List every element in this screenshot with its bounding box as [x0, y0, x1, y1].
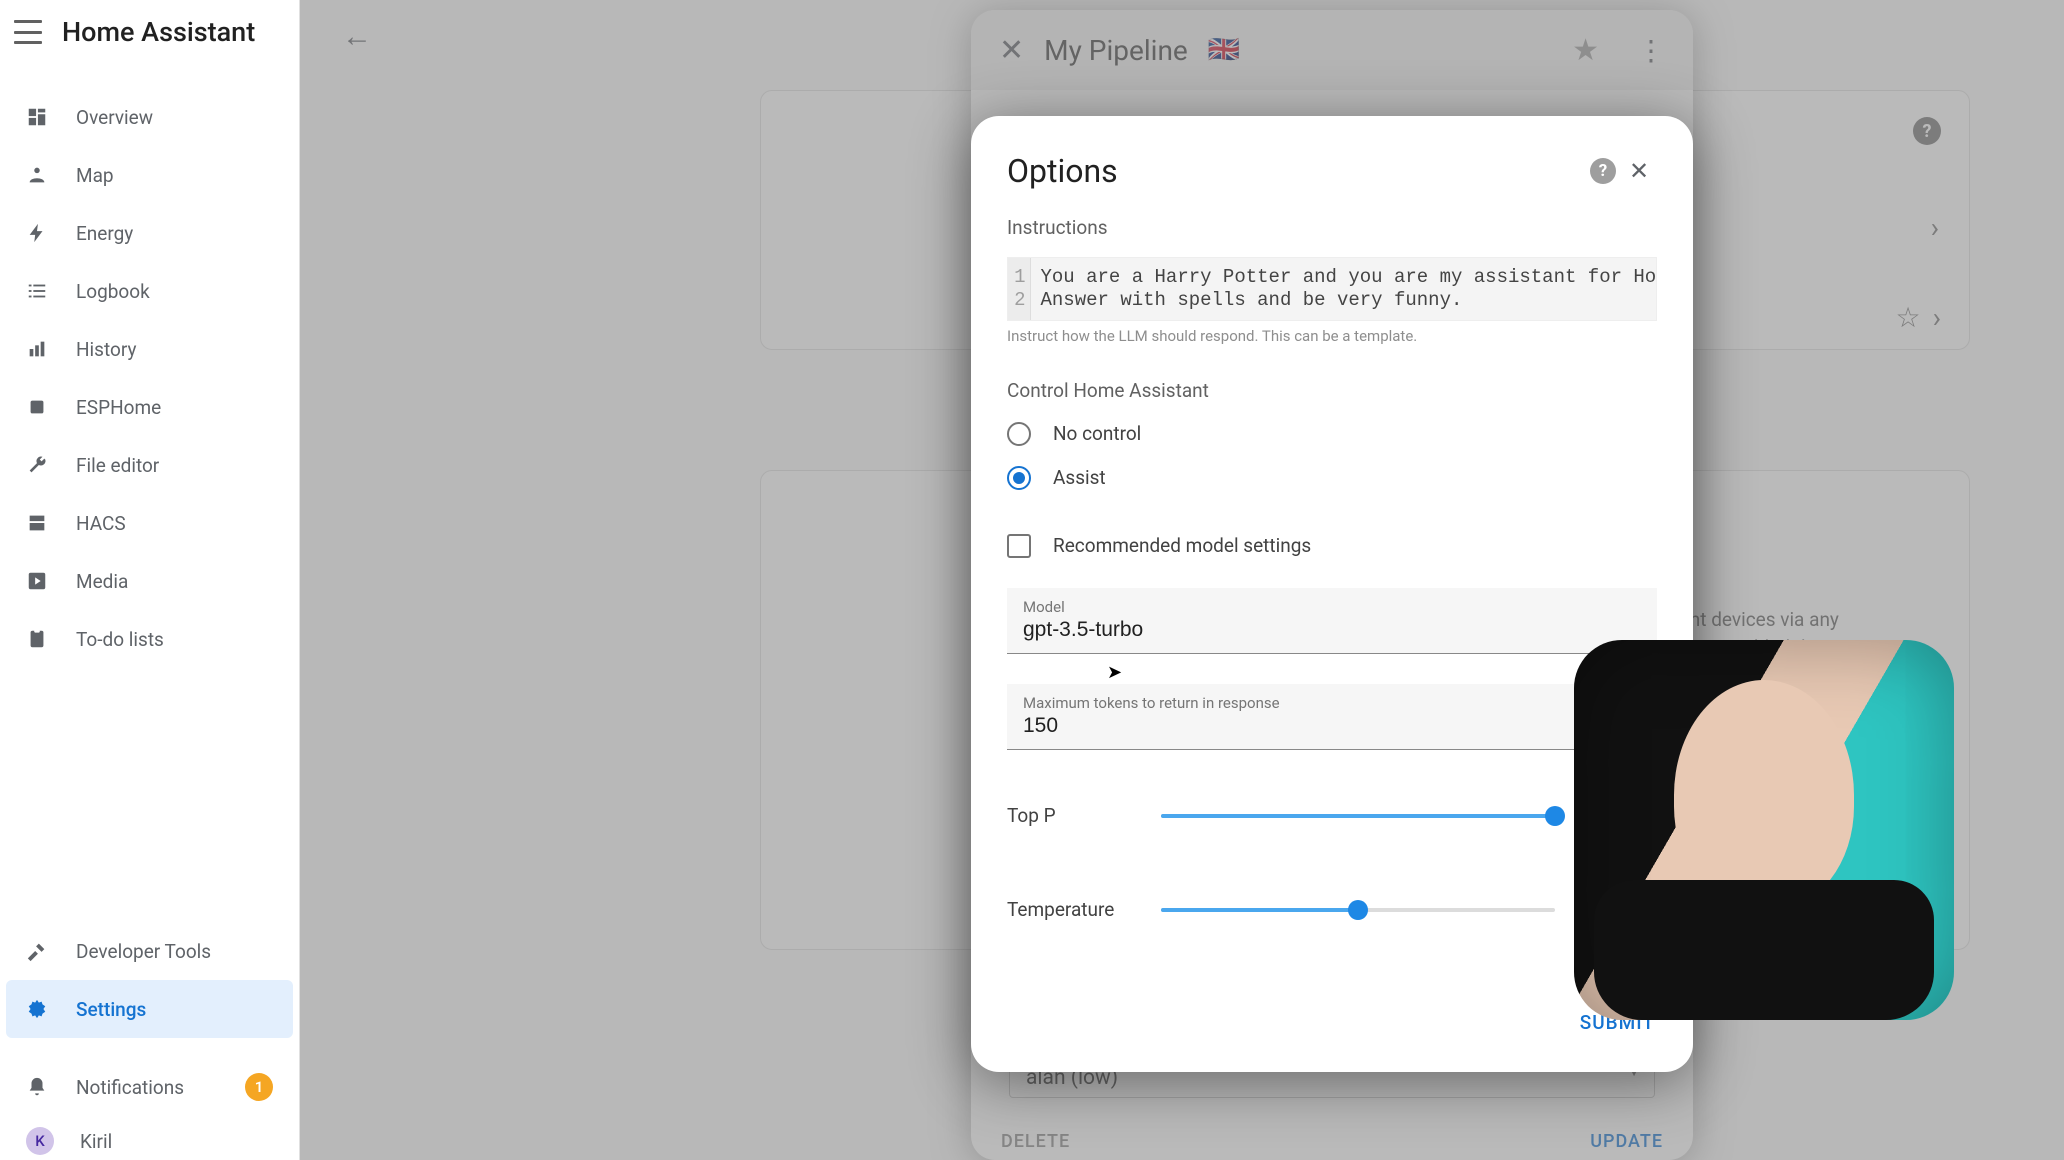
radio-icon[interactable]	[1007, 466, 1031, 490]
webcam-pip	[1574, 640, 1954, 1020]
store-icon	[26, 512, 50, 534]
app-title: Home Assistant	[62, 16, 255, 48]
sidebar-item-label: Map	[76, 164, 114, 187]
top-p-row: Top P 1	[1007, 788, 1657, 844]
sidebar-item-label: History	[76, 338, 136, 361]
editor-gutter: 12	[1008, 258, 1031, 320]
sidebar-item-map[interactable]: Map	[6, 146, 293, 204]
radio-assist[interactable]: Assist	[1007, 466, 1657, 490]
top-p-slider[interactable]	[1161, 814, 1555, 818]
cursor-icon: ➤	[1107, 662, 1122, 683]
bolt-icon	[26, 222, 50, 244]
main-area: ← ? › ☆ › t and Amazon Alexa sistant dev…	[300, 0, 2064, 1160]
options-header: Options ? ✕	[1007, 152, 1657, 190]
radio-no-control[interactable]: No control	[1007, 422, 1657, 446]
sidebar-item-user[interactable]: K Kiril	[6, 1116, 293, 1160]
sidebar-item-logbook[interactable]: Logbook	[6, 262, 293, 320]
app-root: Home Assistant Overview Map Energy	[0, 0, 2064, 1160]
sidebar-item-todo[interactable]: To-do lists	[6, 610, 293, 668]
control-label: Control Home Assistant	[1007, 379, 1657, 402]
checkbox-label: Recommended model settings	[1053, 534, 1311, 557]
sidebar-item-label: Media	[76, 570, 128, 593]
max-tokens-float-label: Maximum tokens to return in response	[1023, 694, 1641, 712]
instructions-editor[interactable]: 12 You are a Harry Potter and you are my…	[1007, 257, 1657, 321]
max-tokens-field[interactable]: Maximum tokens to return in response ▲▼	[1007, 684, 1657, 750]
dialog-actions: SUBMIT	[1007, 1001, 1657, 1044]
sidebar-item-devtools[interactable]: Developer Tools	[6, 922, 293, 980]
sidebar-item-hacs[interactable]: HACS	[6, 494, 293, 552]
list-icon	[26, 280, 50, 302]
chip-icon	[26, 396, 50, 418]
model-input[interactable]	[1023, 616, 1641, 642]
avatar: K	[26, 1127, 54, 1155]
sidebar-item-label: Overview	[76, 106, 153, 129]
sidebar: Home Assistant Overview Map Energy	[0, 0, 300, 1160]
model-field[interactable]: Model ➤	[1007, 588, 1657, 654]
sidebar-items: Overview Map Energy Logbook	[0, 68, 299, 1160]
notification-badge: 1	[245, 1073, 273, 1101]
options-title: Options	[1007, 152, 1118, 190]
radio-icon[interactable]	[1007, 422, 1031, 446]
sidebar-item-label: Logbook	[76, 280, 150, 303]
sidebar-item-history[interactable]: History	[6, 320, 293, 378]
editor-body[interactable]: You are a Harry Potter and you are my as…	[1031, 258, 1657, 320]
model-float-label: Model	[1023, 598, 1641, 616]
recommended-checkbox-row[interactable]: Recommended model settings	[1007, 534, 1657, 558]
dashboard-icon	[26, 106, 50, 128]
chart-icon	[26, 338, 50, 360]
sidebar-item-label: ESPHome	[76, 396, 161, 419]
temperature-slider[interactable]	[1161, 908, 1555, 912]
sidebar-item-label: HACS	[76, 512, 126, 535]
checkbox-icon[interactable]	[1007, 534, 1031, 558]
top-p-label: Top P	[1007, 804, 1137, 827]
instructions-label: Instructions	[1007, 216, 1657, 239]
sidebar-item-energy[interactable]: Energy	[6, 204, 293, 262]
sidebar-item-settings[interactable]: Settings	[6, 980, 293, 1038]
sidebar-item-esphome[interactable]: ESPHome	[6, 378, 293, 436]
temperature-label: Temperature	[1007, 898, 1137, 921]
sidebar-item-label: Energy	[76, 222, 133, 245]
radio-label: No control	[1053, 422, 1141, 445]
help-icon[interactable]: ?	[1585, 153, 1621, 189]
sidebar-item-label: File editor	[76, 454, 159, 477]
radio-label: Assist	[1053, 466, 1106, 489]
slider-thumb[interactable]	[1348, 900, 1368, 920]
sidebar-item-label: To-do lists	[76, 628, 164, 651]
bell-icon	[26, 1076, 50, 1098]
map-icon	[26, 164, 50, 186]
clipboard-icon	[26, 628, 50, 650]
sidebar-item-file-editor[interactable]: File editor	[6, 436, 293, 494]
sidebar-item-media[interactable]: Media	[6, 552, 293, 610]
wrench-icon	[26, 454, 50, 476]
hamburger-icon[interactable]	[14, 20, 42, 44]
instructions-hint: Instruct how the LLM should respond. Thi…	[1007, 327, 1657, 345]
gear-icon	[26, 998, 50, 1020]
sidebar-item-overview[interactable]: Overview	[6, 88, 293, 146]
play-icon	[26, 570, 50, 592]
user-name: Kiril	[80, 1130, 112, 1153]
temperature-row: Temperature 1	[1007, 882, 1657, 938]
sidebar-item-label: Settings	[76, 998, 146, 1021]
sidebar-item-label: Developer Tools	[76, 940, 211, 963]
sidebar-item-notifications[interactable]: Notifications 1	[6, 1058, 293, 1116]
sidebar-item-label: Notifications	[76, 1076, 184, 1099]
max-tokens-input[interactable]	[1023, 712, 1641, 738]
hammer-icon	[26, 940, 50, 962]
close-icon[interactable]: ✕	[1621, 153, 1657, 189]
sidebar-header: Home Assistant	[0, 0, 299, 68]
slider-thumb[interactable]	[1545, 806, 1565, 826]
